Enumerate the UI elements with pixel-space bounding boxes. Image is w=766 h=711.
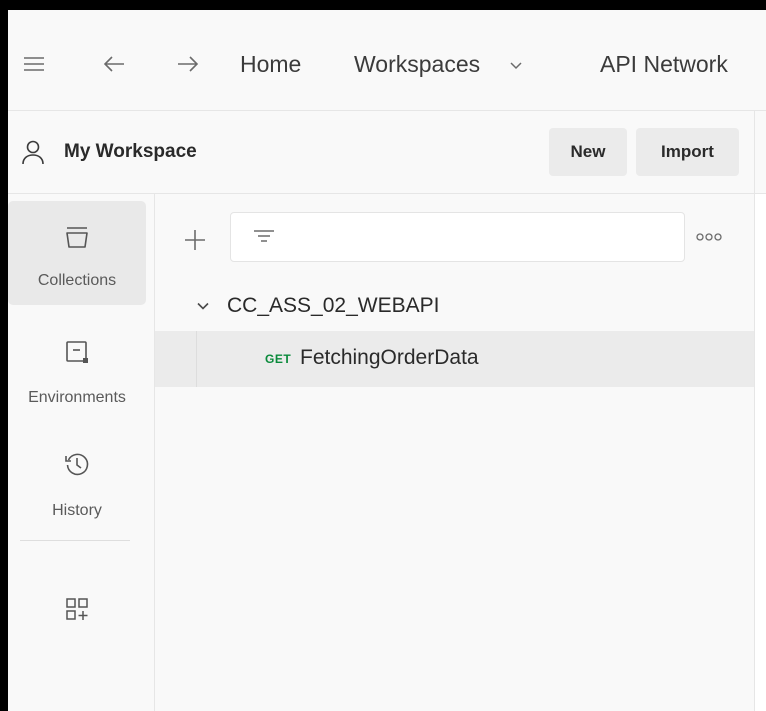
request-name: FetchingOrderData: [300, 346, 479, 369]
workspace-title[interactable]: My Workspace: [64, 140, 197, 164]
divider: [20, 540, 130, 541]
menu-icon[interactable]: [20, 50, 48, 78]
sidebar-item-environments[interactable]: Environments: [8, 318, 146, 422]
sidebar-item-collections[interactable]: Collections: [8, 201, 146, 305]
user-icon: [20, 138, 46, 166]
sidebar-item-label: Collections: [37, 272, 117, 289]
method-badge: GET: [265, 352, 292, 366]
more-options-icon[interactable]: [695, 230, 723, 244]
sidebar-rail: Collections Environments History: [8, 194, 155, 711]
collection-name: CC_ASS_02_WEBAPI: [227, 294, 440, 317]
import-button[interactable]: Import: [636, 128, 739, 176]
collections-panel: CC_ASS_02_WEBAPI GET FetchingOrderData: [155, 194, 754, 711]
sidebar-item-label: Environments: [28, 389, 126, 406]
top-navigation-bar: Home Workspaces API Network: [8, 10, 766, 111]
new-button[interactable]: New: [549, 128, 627, 176]
home-link[interactable]: Home: [240, 50, 301, 78]
apps-plus-icon[interactable]: [62, 594, 94, 626]
environments-icon: [62, 337, 92, 367]
request-item[interactable]: GET FetchingOrderData: [155, 331, 754, 387]
divider: [754, 111, 755, 194]
back-arrow-icon[interactable]: [100, 50, 128, 78]
postman-window: Home Workspaces API Network My Workspace…: [8, 10, 766, 711]
forward-arrow-icon[interactable]: [174, 50, 202, 78]
plus-icon[interactable]: [182, 227, 208, 253]
filter-icon[interactable]: [251, 224, 277, 250]
sidebar-item-history[interactable]: History: [8, 432, 146, 536]
api-network-link[interactable]: API Network: [600, 50, 728, 78]
collection-item[interactable]: CC_ASS_02_WEBAPI: [155, 282, 754, 328]
workspace-header: My Workspace New Import: [8, 111, 766, 194]
sidebar-item-label: History: [52, 502, 102, 519]
tree-guide-line: [196, 331, 197, 387]
chevron-down-icon[interactable]: [508, 57, 524, 73]
collections-icon: [62, 223, 92, 253]
history-icon: [62, 449, 92, 479]
workspaces-menu[interactable]: Workspaces: [354, 50, 480, 78]
search-input[interactable]: [230, 212, 685, 262]
divider: [754, 194, 755, 711]
chevron-down-icon[interactable]: [195, 298, 211, 314]
